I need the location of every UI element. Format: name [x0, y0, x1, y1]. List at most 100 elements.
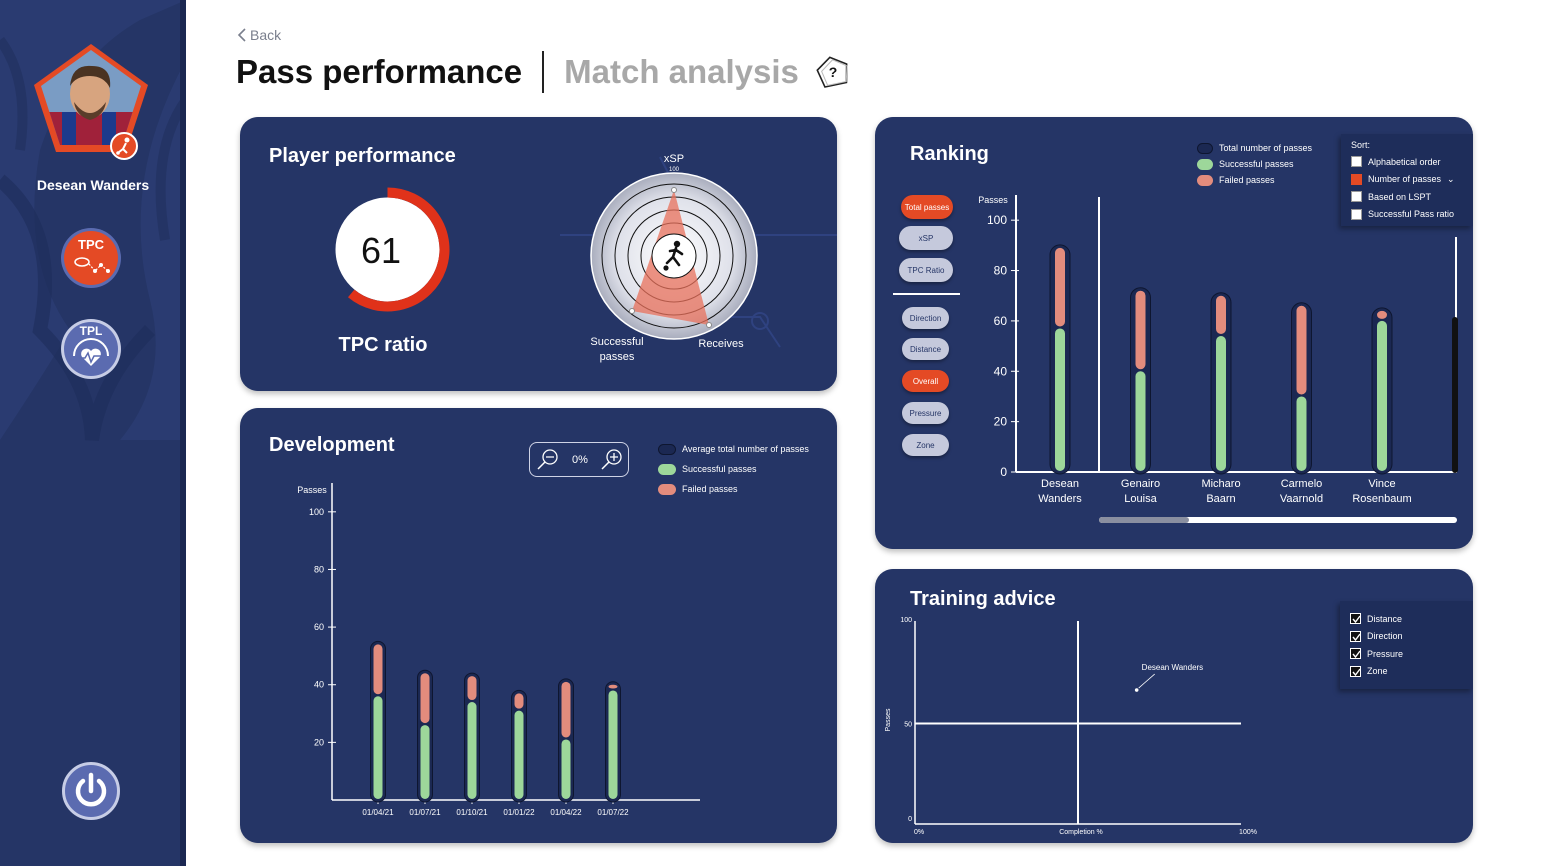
nav-tpc-button[interactable]: TPC	[60, 227, 122, 289]
x-tick-label: 01/07/22	[597, 808, 629, 817]
help-icon: ?	[829, 64, 838, 80]
y-tick-label: 0	[908, 816, 912, 823]
tpc-label: TPC ratio	[338, 334, 428, 356]
x-tick-label: Carmelo	[1281, 478, 1323, 490]
filter-label: Zone	[1367, 666, 1388, 677]
x-tick-label: 01/04/22	[550, 808, 582, 817]
x-tick-label: Micharo	[1201, 478, 1240, 490]
bar-failed	[1055, 247, 1065, 327]
bar-successful	[373, 696, 383, 799]
bar-successful	[514, 710, 524, 799]
power-icon	[75, 772, 107, 807]
title-divider	[542, 51, 545, 93]
x-axis-label: Completion %	[1059, 829, 1103, 836]
x-tick-label: Baarn	[1206, 493, 1235, 505]
nav-tpl-label: TPL	[80, 324, 103, 338]
radar-axis-receives: Receives	[698, 338, 744, 350]
training-advice-card: Training advice 0 50 100 0% 100% Completion %…	[875, 569, 1473, 843]
nav-tpc-label: TPC	[78, 237, 105, 252]
filter-label: Direction	[1367, 631, 1403, 642]
x-tick-label: 0%	[914, 829, 924, 836]
bar-failed	[608, 684, 618, 689]
checkbox-checked[interactable]	[1350, 613, 1361, 625]
bar-successful	[1216, 336, 1226, 471]
bar-failed	[1377, 310, 1387, 319]
bar-successful	[420, 725, 430, 799]
filter-label: Distance	[1367, 613, 1403, 624]
y-tick-label: 100	[309, 507, 324, 517]
sidebar: Desean Wanders TPC TPL	[0, 0, 186, 866]
bar-successful	[561, 739, 571, 799]
point-label: Desean Wanders	[1142, 663, 1204, 672]
back-link[interactable]: Back	[236, 27, 281, 43]
y-tick-label: 20	[994, 415, 1008, 429]
checkbox-checked[interactable]	[1350, 630, 1361, 642]
bar-failed	[514, 693, 524, 709]
bar-failed	[561, 681, 571, 738]
filter-pressure[interactable]: Pressure	[1350, 645, 1463, 663]
avatar[interactable]	[32, 42, 150, 160]
y-tick-label: 40	[314, 680, 324, 690]
y-tick-label: 60	[314, 622, 324, 632]
y-tick-label: 20	[314, 737, 324, 747]
filter-label: Pressure	[1367, 648, 1404, 659]
tpc-gauge: 61	[335, 187, 450, 312]
sidebar-edge	[180, 0, 186, 866]
filter-direction[interactable]: Direction	[1350, 628, 1463, 646]
bar-partial	[1452, 317, 1458, 473]
x-tick-label: Rosenbaum	[1352, 493, 1411, 505]
y-tick-label: 50	[904, 722, 912, 729]
checkbox-checked[interactable]	[1350, 665, 1361, 677]
power-button[interactable]	[62, 762, 120, 820]
filter-zone[interactable]: Zone	[1350, 663, 1463, 681]
x-tick-label: Desean	[1041, 478, 1079, 490]
bar-failed	[467, 676, 477, 701]
y-axis-label: Passes	[978, 195, 1008, 205]
bar-failed	[1135, 290, 1146, 370]
bar-failed	[1216, 295, 1226, 335]
x-tick-label: Vaarnold	[1280, 493, 1323, 505]
x-tick-label: 100%	[1239, 829, 1257, 836]
point-leader-line	[1138, 673, 1155, 689]
player-performance-title: Player performance	[269, 145, 456, 167]
training-filter-panel: Distance Direction Pressure Zone	[1340, 601, 1473, 689]
bar-failed	[373, 644, 383, 695]
tab-match-analysis[interactable]: Match analysis	[564, 53, 799, 91]
x-tick-label: 01/10/21	[456, 808, 488, 817]
x-tick-label: 01/01/22	[503, 808, 535, 817]
ranking-scrollbar[interactable]	[1099, 517, 1457, 523]
scrollbar-thumb[interactable]	[1099, 517, 1189, 523]
nav-tpl-button[interactable]: TPL	[60, 318, 122, 380]
back-label: Back	[250, 27, 282, 43]
help-button[interactable]: ?	[815, 54, 851, 90]
bar-failed	[1296, 305, 1307, 395]
bar-successful	[608, 690, 618, 799]
x-tick-label: 01/04/21	[362, 808, 394, 817]
y-axis-label: Passes	[885, 708, 892, 731]
bar-successful	[1377, 320, 1387, 471]
y-tick-label: 100	[987, 213, 1007, 227]
bar-successful	[1055, 328, 1065, 471]
tpc-value: 61	[361, 230, 401, 271]
x-tick-label: Wanders	[1038, 493, 1082, 505]
y-tick-label: 80	[314, 564, 324, 574]
x-tick-label: Louisa	[1124, 493, 1157, 505]
page-title: Pass performance	[236, 53, 523, 90]
x-tick-label: 01/07/21	[409, 808, 441, 817]
checkbox-checked[interactable]	[1350, 648, 1361, 660]
y-tick-label: 60	[994, 314, 1008, 328]
bar-successful	[1296, 396, 1307, 471]
radar-chart[interactable]: xSP 100 Successful passes Receives	[575, 145, 775, 370]
filter-distance[interactable]: Distance	[1350, 610, 1463, 628]
y-axis-label: Passes	[297, 485, 327, 495]
scatter-point	[1134, 688, 1139, 692]
title-row: Pass performance Match analysis ?	[236, 50, 851, 94]
bar-failed	[420, 673, 430, 724]
y-tick-label: 100	[900, 617, 912, 624]
bar-successful	[1135, 371, 1146, 471]
ranking-card: Ranking Total number of passes Successfu…	[875, 117, 1473, 549]
y-tick-label: 80	[994, 264, 1008, 278]
radar-axis-scale: 100	[669, 167, 680, 173]
development-chart: Passes 20 40 60 80 100 01/04/21 01/07/21 01/10/2…	[297, 483, 700, 817]
header: Back	[236, 27, 281, 43]
